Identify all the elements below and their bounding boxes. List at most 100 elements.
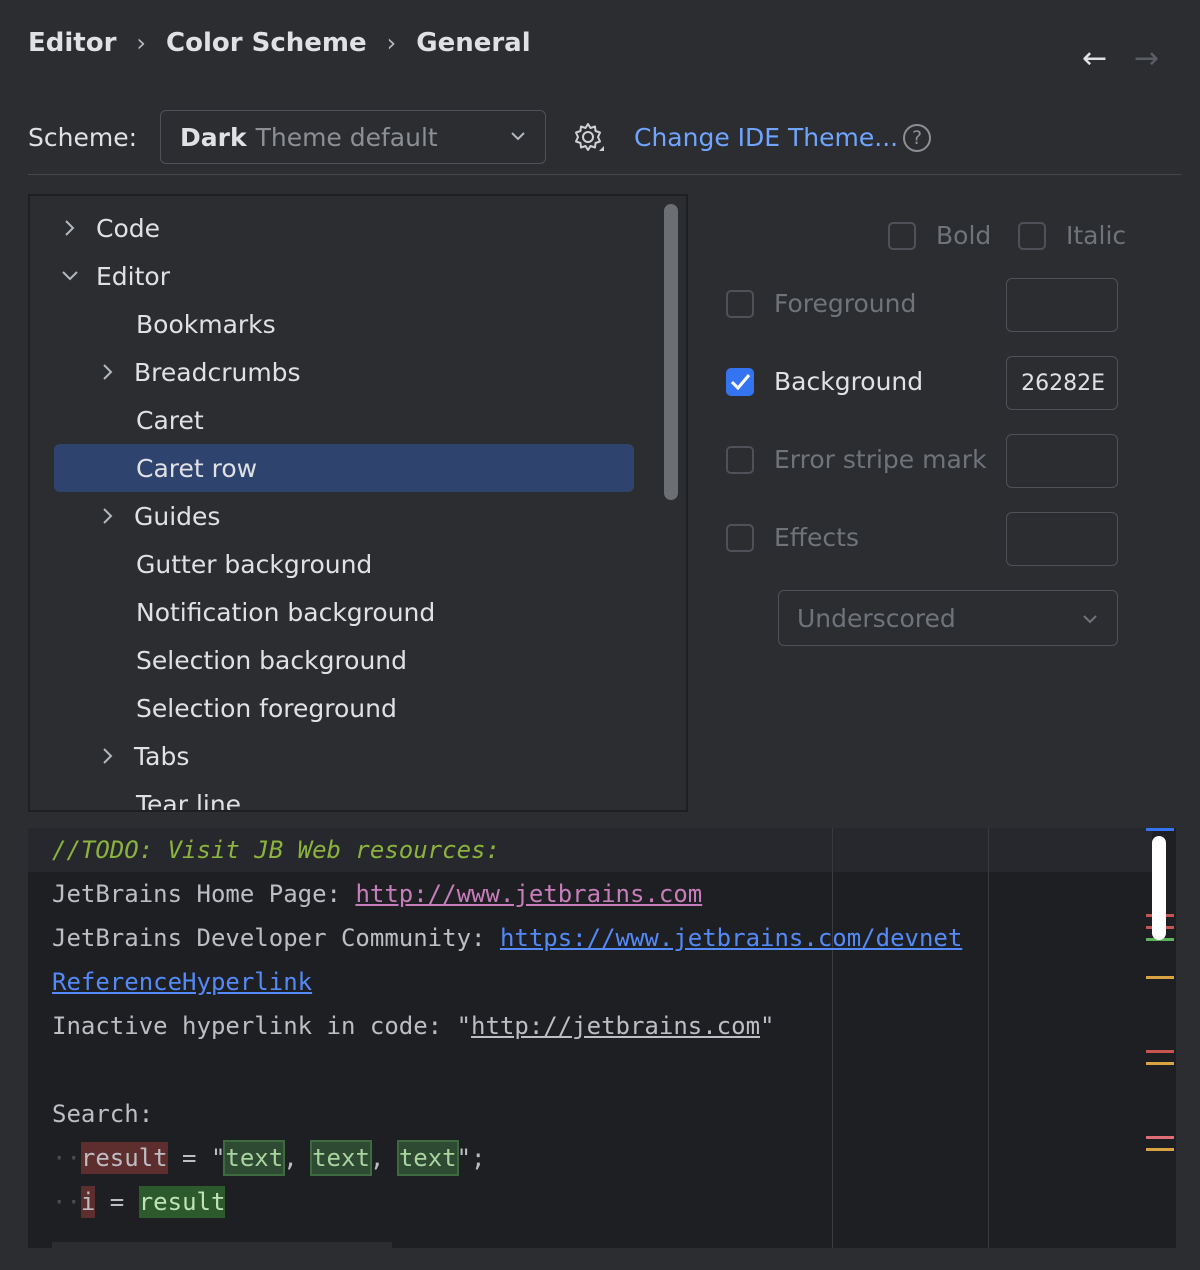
tree-item-tabs[interactable]: Tabs [96, 732, 189, 780]
tree-item-label: Tabs [134, 742, 189, 771]
tree-item-label: Code [96, 214, 160, 243]
tree-item-label: Caret row [136, 454, 257, 483]
tree-item-editor[interactable]: Editor [58, 252, 170, 300]
chevron-right-icon[interactable] [58, 216, 82, 240]
italic-checkbox[interactable] [1018, 222, 1046, 250]
code-text: JetBrains Developer Community: [52, 924, 500, 952]
tree-item-label: Editor [96, 262, 170, 291]
right-margin-guide [832, 828, 833, 1248]
tree-item-label: Gutter background [136, 550, 372, 579]
background-color-value: 26282E [1021, 371, 1105, 396]
chevron-down-icon [1081, 610, 1099, 628]
tree-item-code[interactable]: Code [58, 204, 160, 252]
stripe-mark [1146, 1050, 1174, 1053]
code-text: Inactive hyperlink in code: [52, 1012, 457, 1040]
code-line-i: ··i = result [52, 1180, 225, 1224]
help-icon[interactable]: ? [903, 124, 931, 152]
chevron-down-icon[interactable] [58, 264, 82, 288]
search-match: text [225, 1142, 283, 1174]
forward-arrow-icon[interactable]: → [1134, 44, 1159, 74]
bold-label: Bold [936, 218, 991, 254]
tree-item-caret[interactable]: Caret [136, 396, 204, 444]
change-ide-theme-link[interactable]: Change IDE Theme... [634, 120, 898, 156]
bold-checkbox[interactable] [888, 222, 916, 250]
foreground-color-swatch[interactable] [1006, 278, 1118, 332]
error-stripe-checkbox[interactable] [726, 446, 754, 474]
effects-color-swatch[interactable] [1006, 512, 1118, 566]
search-result-read: result [139, 1186, 226, 1218]
foreground-label: Foreground [774, 286, 916, 322]
tree-item-caret-row[interactable]: Caret row [136, 444, 257, 492]
code-line-inactive: Inactive hyperlink in code: "http://jetb… [52, 1004, 774, 1048]
checkmark-icon [728, 370, 752, 394]
background-checkbox[interactable] [726, 368, 754, 396]
code-text: JetBrains Home Page: [52, 880, 355, 908]
effects-label: Effects [774, 520, 859, 556]
tree-item-breadcrumbs[interactable]: Breadcrumbs [96, 348, 301, 396]
code-line-reference: ReferenceHyperlink [52, 960, 312, 1004]
horizontal-scrollbar[interactable] [52, 1242, 392, 1248]
hyperlink[interactable]: https://www.jetbrains.com/devnet [500, 924, 962, 952]
search-result-write: result [81, 1142, 168, 1174]
code-line-result: ··result = "text, text, text"; [52, 1136, 486, 1180]
preview-scrollbar[interactable] [1152, 836, 1166, 940]
search-match: text [399, 1142, 457, 1174]
stripe-mark [1146, 1136, 1174, 1139]
effects-type-value: Underscored [797, 604, 956, 633]
background-color-field[interactable]: 26282E [1006, 356, 1118, 410]
breadcrumb-separator: › [387, 29, 397, 57]
effects-checkbox[interactable] [726, 524, 754, 552]
divider [28, 174, 1182, 175]
chevron-right-icon[interactable] [96, 744, 120, 768]
scheme-name: Dark [180, 123, 247, 152]
foreground-checkbox[interactable] [726, 290, 754, 318]
code-line-devnet: JetBrains Developer Community: https://w… [52, 916, 962, 960]
italic-label: Italic [1066, 218, 1126, 254]
tree-item-notification-background[interactable]: Notification background [136, 588, 435, 636]
visited-hyperlink[interactable]: http://www.jetbrains.com [355, 880, 702, 908]
tree-item-guides[interactable]: Guides [96, 492, 220, 540]
error-stripe-label: Error stripe mark [774, 442, 987, 478]
chevron-right-icon[interactable] [96, 504, 120, 528]
stripe-mark [1146, 828, 1174, 831]
breadcrumb-general: General [416, 28, 530, 58]
tree-item-selection-foreground[interactable]: Selection foreground [136, 684, 397, 732]
error-stripe-color-swatch[interactable] [1006, 434, 1118, 488]
tree-item-tear-line[interactable]: Tear line [136, 780, 241, 812]
chevron-down-icon [509, 127, 527, 145]
todo-comment: //TODO: Visit JB Web resources: [52, 828, 500, 872]
tree-item-label: Selection foreground [136, 694, 397, 723]
scheme-subtitle: Theme default [256, 123, 438, 152]
tree-item-label: Caret [136, 406, 204, 435]
stripe-mark [1146, 1062, 1174, 1065]
breadcrumb-editor[interactable]: Editor [28, 28, 116, 58]
effects-type-dropdown[interactable]: Underscored [778, 590, 1118, 646]
breadcrumb-color-scheme[interactable]: Color Scheme [166, 28, 367, 58]
scheme-dropdown[interactable]: Dark Theme default [160, 110, 546, 164]
tree-item-label: Bookmarks [136, 310, 276, 339]
back-arrow-icon[interactable]: ← [1082, 44, 1107, 74]
tree-item-label: Tear line [136, 790, 241, 813]
gear-icon[interactable] [572, 121, 606, 155]
tree-scrollbar[interactable] [664, 204, 678, 500]
stripe-mark [1146, 1148, 1174, 1151]
code-line-home: JetBrains Home Page: http://www.jetbrain… [52, 872, 702, 916]
tree-item-label: Breadcrumbs [134, 358, 301, 387]
tree-item-gutter-background[interactable]: Gutter background [136, 540, 372, 588]
right-margin-guide [988, 828, 989, 1248]
background-label: Background [774, 364, 923, 400]
scheme-label: Scheme: [28, 120, 137, 156]
tree-item-selection-background[interactable]: Selection background [136, 636, 407, 684]
code-line-search: Search: [52, 1092, 153, 1136]
search-result-write: i [81, 1186, 95, 1218]
tree-item-label: Notification background [136, 598, 435, 627]
breadcrumb: Editor › Color Scheme › General [28, 26, 531, 60]
stripe-mark [1146, 976, 1174, 979]
settings-tree[interactable]: Code Editor Bookmarks Breadcrumbs Caret … [28, 194, 688, 812]
reference-hyperlink[interactable]: ReferenceHyperlink [52, 968, 312, 996]
tree-item-label: Guides [134, 502, 220, 531]
tree-item-bookmarks[interactable]: Bookmarks [136, 300, 276, 348]
inactive-hyperlink: http://jetbrains.com [471, 1012, 760, 1040]
code-preview[interactable]: //TODO: Visit JB Web resources: JetBrain… [28, 828, 1176, 1248]
chevron-right-icon[interactable] [96, 360, 120, 384]
